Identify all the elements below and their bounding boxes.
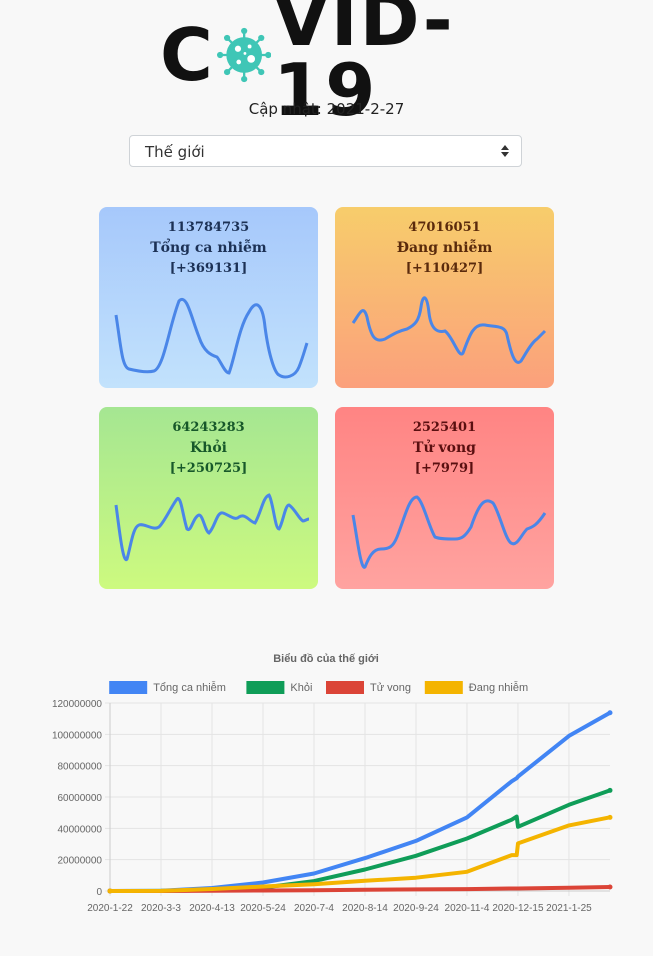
sparkline xyxy=(114,493,310,561)
x-tick-label: 2020-9-24 xyxy=(393,903,439,914)
x-tick-label: 2020-4-13 xyxy=(189,903,235,914)
y-tick-label: 0 xyxy=(96,887,102,898)
card-number: 64243283 xyxy=(172,420,245,435)
card-active-cases: 47016051 Đang nhiễm [+110427] xyxy=(335,207,554,388)
card-delta: [+110427] xyxy=(405,261,484,276)
legend-label[interactable]: Khỏi xyxy=(290,682,312,694)
region-select[interactable]: Thế giới xyxy=(129,135,522,167)
legend-label[interactable]: Tổng ca nhiễm xyxy=(153,681,226,694)
card-delta: [+7979] xyxy=(414,461,475,476)
x-tick-label: 2020-8-14 xyxy=(342,903,388,914)
card-number: 2525401 xyxy=(412,420,477,435)
card-deaths: 2525401 Tử vong [+7979] xyxy=(335,407,554,589)
y-tick-label: 20000000 xyxy=(58,856,103,867)
virus-icon xyxy=(216,27,272,83)
series-line xyxy=(108,710,612,893)
y-tick-label: 80000000 xyxy=(58,762,103,773)
series-end-point xyxy=(607,710,613,716)
sparkline xyxy=(351,296,547,364)
x-tick-label: 2020-7-4 xyxy=(294,903,334,914)
x-tick-label: 2020-3-3 xyxy=(141,903,181,914)
region-select-value: Thế giới xyxy=(145,143,205,161)
card-delta: [+369131] xyxy=(169,261,248,276)
legend-swatch[interactable] xyxy=(424,681,463,694)
card-delta: [+250725] xyxy=(169,461,248,476)
series-end-point xyxy=(607,884,613,890)
card-recovered: 64243283 Khỏi [+250725] xyxy=(99,407,318,589)
y-tick-label: 120000000 xyxy=(52,699,102,710)
card-label: Tử vong xyxy=(413,440,476,456)
chart-lines xyxy=(107,710,613,894)
series-line xyxy=(108,788,612,893)
x-axis: 2020-1-22 2020-3-3 2020-4-13 2020-5-24 2020-… xyxy=(87,903,592,914)
world-chart: Biểu đồ của thế giới Tổng ca nhiễm Khỏi Tử… xyxy=(52,653,613,914)
x-tick-label: 2020-12-15 xyxy=(492,903,544,914)
x-tick-label: 2021-1-25 xyxy=(546,903,592,914)
update-date: Cập nhật: 2021-2-27 xyxy=(248,100,405,118)
sort-arrows-icon xyxy=(501,145,509,157)
card-label: Khỏi xyxy=(189,440,227,456)
series-end-point xyxy=(607,814,613,820)
series-start-point xyxy=(107,888,113,894)
sparkline xyxy=(351,495,547,569)
x-tick-label: 2020-5-24 xyxy=(240,903,286,914)
y-tick-label: 60000000 xyxy=(58,793,103,804)
y-axis: 120000000 100000000 80000000 60000000 400000… xyxy=(52,699,103,898)
chart-grid xyxy=(105,702,610,896)
card-label: Tổng ca nhiễm xyxy=(150,240,267,256)
x-tick-label: 2020-11-4 xyxy=(445,903,490,914)
x-tick-label: 2020-1-22 xyxy=(87,903,133,914)
logo-text-left: C xyxy=(160,13,215,97)
card-label: Đang nhiễm xyxy=(396,240,493,256)
covid-logo: C VID-19 xyxy=(160,0,495,126)
legend-swatch[interactable] xyxy=(246,681,285,694)
legend-label[interactable]: Đang nhiễm xyxy=(469,681,528,694)
legend-label[interactable]: Tử vong xyxy=(370,682,411,694)
legend-swatch[interactable] xyxy=(109,681,148,694)
card-total-cases: 113784735 Tổng ca nhiễm [+369131] xyxy=(99,207,318,388)
card-number: 113784735 xyxy=(167,220,250,235)
legend-swatch[interactable] xyxy=(326,681,364,694)
y-tick-label: 40000000 xyxy=(58,824,103,835)
chart-legend: Tổng ca nhiễm Khỏi Tử vong Đang nhiễm xyxy=(109,681,528,694)
chart-title: Biểu đồ của thế giới xyxy=(273,653,379,665)
series-end-point xyxy=(607,787,613,793)
sparkline xyxy=(114,297,309,379)
card-number: 47016051 xyxy=(408,220,481,235)
y-tick-label: 100000000 xyxy=(52,730,102,741)
